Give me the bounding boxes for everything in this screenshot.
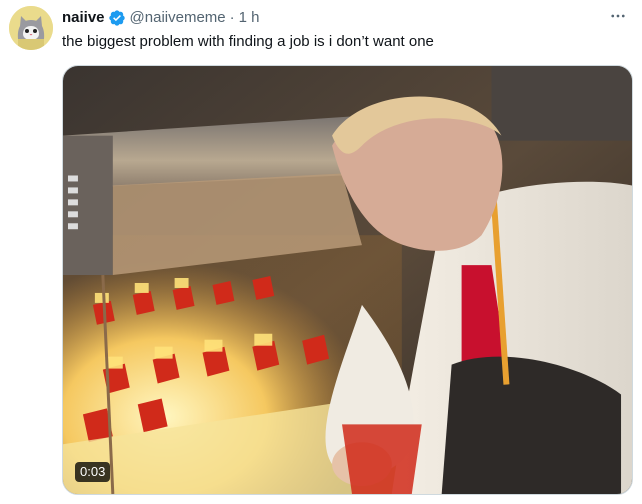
more-horizontal-icon <box>611 14 625 18</box>
tweet-text: the biggest problem with finding a job i… <box>62 33 434 50</box>
cat-avatar-icon <box>9 6 53 50</box>
verified-badge-icon <box>108 9 126 27</box>
avatar[interactable] <box>9 6 53 50</box>
separator-dot: · <box>229 9 235 26</box>
display-name[interactable]: naiive <box>62 8 105 28</box>
tweet: naiive @naiivememe · 1 h the biggest pro… <box>0 0 642 504</box>
video-duration-badge: 0:03 <box>75 462 111 482</box>
video-frame <box>63 66 632 494</box>
timestamp[interactable]: 1 h <box>239 8 260 28</box>
user-handle[interactable]: @naiivememe <box>130 8 226 28</box>
more-options-button[interactable] <box>606 6 630 26</box>
video-player[interactable]: 0:03 <box>62 65 633 495</box>
tweet-header: naiive @naiivememe · 1 h <box>62 7 259 29</box>
